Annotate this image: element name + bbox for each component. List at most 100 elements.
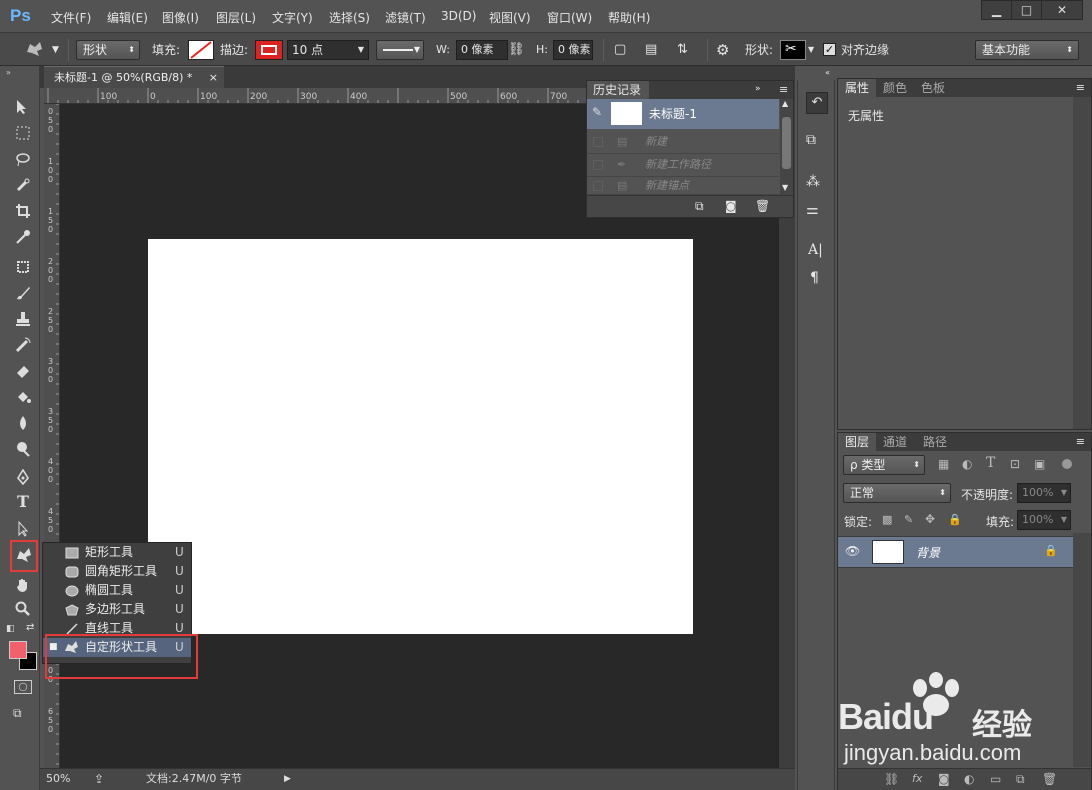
menu-file[interactable]: 文件(F) (51, 9, 91, 26)
path-arrangement-icon[interactable]: ⇅ (677, 40, 688, 60)
history-item[interactable]: ✒ 新建工作路径 (587, 154, 779, 177)
shape-picker[interactable]: ✂ (780, 40, 806, 60)
marquee-tool-icon[interactable] (11, 122, 35, 144)
menu-item-polygon-tool[interactable]: 多边形工具 U (43, 600, 191, 619)
lasso-tool-icon[interactable] (11, 148, 35, 170)
scroll-up-icon[interactable]: ▲ (782, 99, 788, 108)
filter-type-icon[interactable]: T (986, 455, 995, 471)
height-field[interactable]: 0 像素 (553, 40, 593, 60)
menu-3d[interactable]: 3D(D) (441, 9, 476, 23)
zoom-level[interactable]: 50% (46, 769, 70, 789)
tab-color[interactable]: 颜色 (876, 79, 914, 97)
clone-stamp-tool-icon[interactable] (11, 308, 35, 330)
stroke-swatch[interactable] (255, 40, 283, 60)
filter-toggle-icon[interactable] (1062, 459, 1072, 469)
healing-brush-tool-icon[interactable] (11, 256, 35, 278)
lock-transparent-icon[interactable]: ▩ (882, 513, 892, 526)
hand-tool-icon[interactable] (11, 574, 35, 596)
width-field[interactable]: 0 像素 (456, 40, 508, 60)
menu-edit[interactable]: 编辑(E) (107, 9, 148, 26)
collapse-icon[interactable]: » (6, 68, 11, 77)
tab-history[interactable]: 历史记录 (587, 81, 649, 99)
properties-scrollbar[interactable] (1073, 97, 1091, 429)
history-item[interactable]: ▤ 新建锚点 (587, 177, 779, 195)
play-arrow-icon[interactable]: ▶ (284, 769, 291, 789)
trash-icon[interactable]: 🗑 (1042, 772, 1057, 786)
maximize-button[interactable]: □ (1011, 0, 1042, 20)
history-checkbox[interactable] (593, 137, 603, 147)
layer-comps-icon[interactable]: ⧉ (806, 132, 816, 148)
path-operations-icon[interactable]: ▢ (614, 40, 626, 60)
layer-row[interactable]: 👁 背景 🔒 (838, 536, 1073, 568)
brush-presets-icon[interactable]: ⁂ (806, 174, 820, 190)
tool-mode-select[interactable]: 形状 ⬍ (76, 40, 140, 60)
adjustment-layer-icon[interactable]: ◐ (964, 772, 974, 786)
swap-colors-icon[interactable]: ⇄ (26, 622, 34, 633)
scroll-thumb[interactable] (782, 117, 791, 169)
menu-item-ellipse-tool[interactable]: 椭圆工具 U (43, 581, 191, 600)
paint-bucket-tool-icon[interactable] (11, 386, 35, 408)
workspace-select[interactable]: 基本功能 ⬍ (975, 40, 1079, 60)
stroke-size-field[interactable]: 10 点 ▼ (287, 40, 369, 60)
camera-icon[interactable]: ◙ (725, 199, 737, 213)
add-mask-icon[interactable]: ◙ (938, 772, 950, 786)
adjustments-icon[interactable]: ⚌ (806, 202, 819, 218)
lock-position-icon[interactable]: ✥ (925, 512, 935, 526)
close-tab-icon[interactable]: × (209, 67, 218, 88)
fill-field[interactable]: 100% ▼ (1017, 510, 1071, 530)
history-snapshot[interactable]: ✎ 未标题-1 (587, 99, 779, 129)
eye-icon[interactable]: 👁 (845, 544, 860, 558)
blur-tool-icon[interactable] (11, 412, 35, 434)
align-edges-checkbox[interactable]: ✓ (823, 43, 836, 56)
menu-item-rectangle-tool[interactable]: 矩形工具 U (43, 543, 191, 562)
type-tool-icon[interactable]: T (11, 492, 35, 514)
new-group-icon[interactable]: ▭ (990, 772, 1001, 786)
new-document-from-state-icon[interactable]: ⧉ (695, 199, 704, 214)
menu-filter[interactable]: 滤镜(T) (385, 9, 426, 26)
menu-select[interactable]: 选择(S) (329, 9, 370, 26)
quick-selection-tool-icon[interactable] (11, 174, 35, 196)
menu-help[interactable]: 帮助(H) (608, 9, 650, 26)
trash-icon[interactable]: 🗑 (755, 199, 770, 213)
tab-layers[interactable]: 图层 (838, 433, 877, 451)
panel-menu-icon[interactable]: ≡ (779, 83, 788, 96)
fx-icon[interactable]: fx (912, 772, 922, 785)
panel-menu-icon[interactable]: ≡ (1076, 81, 1085, 94)
filter-smart-object-icon[interactable]: ▣ (1034, 457, 1045, 471)
paragraph-panel-icon[interactable]: ¶ (810, 270, 819, 286)
tab-swatches[interactable]: 色板 (914, 79, 952, 97)
menu-type[interactable]: 文字(Y) (272, 9, 313, 26)
menu-layer[interactable]: 图层(L) (216, 9, 256, 26)
history-checkbox[interactable] (593, 160, 603, 170)
lock-all-icon[interactable]: 🔒 (948, 513, 962, 526)
path-alignment-icon[interactable]: ▤ (645, 40, 657, 60)
new-layer-icon[interactable]: ⧉ (1016, 772, 1025, 787)
filter-adjustment-icon[interactable]: ◐ (962, 457, 972, 471)
screen-mode-icon[interactable]: ⧉ (13, 706, 22, 721)
history-brush-source-icon[interactable]: ✎ (592, 105, 602, 119)
chevron-down-icon[interactable]: ▼ (808, 40, 814, 60)
history-panel-icon[interactable]: ↶ (806, 92, 828, 114)
zoom-tool-icon[interactable] (11, 598, 35, 620)
document-canvas[interactable] (148, 239, 693, 634)
tab-properties[interactable]: 属性 (838, 79, 877, 97)
history-checkbox[interactable] (593, 181, 603, 191)
history-item[interactable]: ▤ 新建 (587, 131, 779, 154)
filter-pixel-icon[interactable]: ▦ (938, 457, 949, 471)
foreground-color-swatch[interactable] (9, 641, 27, 659)
link-layers-icon[interactable]: ⛓ (884, 772, 899, 786)
share-icon[interactable]: ⇪ (94, 769, 104, 789)
stroke-type-select[interactable]: ▼ (376, 40, 424, 60)
default-colors-icon[interactable]: ◧ (6, 624, 16, 634)
blend-mode-select[interactable]: 正常 ⬍ (843, 483, 951, 503)
tool-preset-picker[interactable]: ▼ (24, 40, 59, 60)
eraser-tool-icon[interactable] (11, 360, 35, 382)
menu-item-rounded-rectangle-tool[interactable]: 圆角矩形工具 U (43, 562, 191, 581)
gear-icon[interactable]: ⚙ (716, 40, 729, 60)
character-panel-icon[interactable]: A| (808, 242, 823, 258)
dodge-tool-icon[interactable] (11, 438, 35, 460)
opacity-field[interactable]: 100% ▼ (1017, 483, 1071, 503)
move-tool-icon[interactable] (11, 96, 35, 118)
path-selection-tool-icon[interactable] (11, 518, 35, 540)
quick-mask-icon[interactable]: ◯ (14, 680, 32, 694)
